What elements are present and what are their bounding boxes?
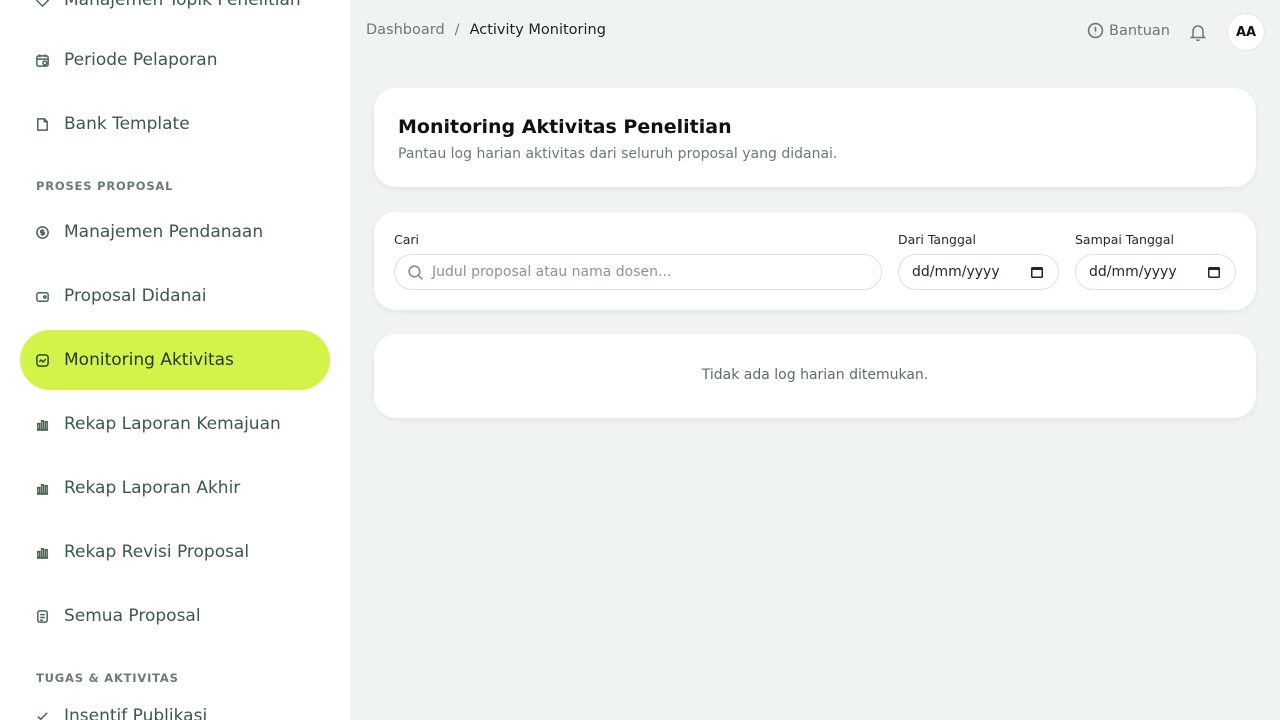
search-input[interactable]: Judul proposal atau nama dosen... [394,254,882,290]
filter-card: Cari Judul proposal atau nama dosen... D… [374,212,1256,310]
sidebar-item-semua-proposal[interactable]: Semua Proposal [20,586,330,646]
search-placeholder: Judul proposal atau nama dosen... [432,264,672,280]
sidebar-item-periode-pelaporan[interactable]: Periode Pelaporan [20,30,330,90]
from-date-label: Dari Tanggal [898,232,977,247]
sidebar-item-label: Semua Proposal [64,606,201,626]
to-date-input[interactable]: dd/mm/yyyy [1075,254,1236,290]
sidebar-item-rekap-revisi-proposal[interactable]: Rekap Revisi Proposal [20,522,330,582]
bar-chart-icon [34,416,50,432]
sidebar-item-rekap-laporan-akhir[interactable]: Rekap Laporan Akhir [20,458,330,518]
calendar-icon [34,52,50,68]
sidebar-item-label: Manajemen Pendanaan [64,222,264,242]
info-icon [1087,22,1104,39]
sidebar-item-label: Rekap Laporan Kemajuan [64,414,281,434]
sidebar-item-label: Bank Template [64,114,190,134]
sidebar-item-rekap-laporan-kemajuan[interactable]: Rekap Laporan Kemajuan [20,394,330,454]
empty-state-message: Tidak ada log harian ditemukan. [701,367,929,383]
wallet-icon [34,288,50,304]
to-date-label: Sampai Tanggal [1075,232,1174,247]
check-icon [34,708,50,720]
section-label-tugas: TUGAS & AKTIVITAS [36,671,179,685]
sidebar-item-label: Proposal Didanai [64,286,207,306]
help-button[interactable]: Bantuan [1087,22,1170,39]
to-date-value: dd/mm/yyyy [1089,264,1177,280]
section-label-proses: PROSES PROPOSAL [36,179,174,193]
sidebar-item-label: Insentif Publikasi [64,706,208,720]
search-icon [408,264,424,280]
document-icon [34,608,50,624]
tag-icon [34,0,50,8]
bar-chart-icon [34,480,50,496]
sidebar-item-label: Periode Pelaporan [64,50,218,70]
page-subtitle: Pantau log harian aktivitas dari seluruh… [398,146,838,162]
dollar-icon [34,224,50,240]
activity-icon [34,352,50,368]
sidebar: Manajemen Topik Penelitian Periode Pelap… [0,0,350,720]
search-label: Cari [394,232,419,247]
sidebar-item-monitoring-aktivitas[interactable]: Monitoring Aktivitas [20,330,330,390]
calendar-icon[interactable] [1207,265,1221,279]
sidebar-item-bank-template[interactable]: Bank Template [20,94,330,154]
page-title: Monitoring Aktivitas Penelitian [398,116,732,138]
sidebar-item-manajemen-pendanaan[interactable]: Manajemen Pendanaan [20,202,330,262]
breadcrumb-dashboard[interactable]: Dashboard [366,22,445,38]
breadcrumb-current: Activity Monitoring [469,22,606,38]
sidebar-item-label: Rekap Revisi Proposal [64,542,250,562]
notification-button[interactable] [1188,22,1208,42]
sidebar-item-label: Monitoring Aktivitas [64,350,234,370]
bell-icon [1189,25,1207,42]
file-icon [34,116,50,132]
avatar[interactable]: AA [1227,13,1265,51]
results-card: Tidak ada log harian ditemukan. [374,334,1256,418]
breadcrumb: Dashboard / Activity Monitoring [366,22,606,38]
bar-chart-icon [34,544,50,560]
sidebar-item-label: Manajemen Topik Penelitian [64,0,301,10]
calendar-icon[interactable] [1030,265,1044,279]
sidebar-item-insentif-publikasi[interactable]: Insentif Publikasi [20,686,330,720]
sidebar-item-manajemen-topik[interactable]: Manajemen Topik Penelitian [20,0,330,30]
help-label: Bantuan [1109,22,1170,39]
page-header-card: Monitoring Aktivitas Penelitian Pantau l… [374,88,1256,187]
from-date-input[interactable]: dd/mm/yyyy [898,254,1059,290]
from-date-value: dd/mm/yyyy [912,264,1000,280]
sidebar-item-label: Rekap Laporan Akhir [64,478,241,498]
breadcrumb-separator: / [454,22,460,38]
sidebar-item-proposal-didanai[interactable]: Proposal Didanai [20,266,330,326]
